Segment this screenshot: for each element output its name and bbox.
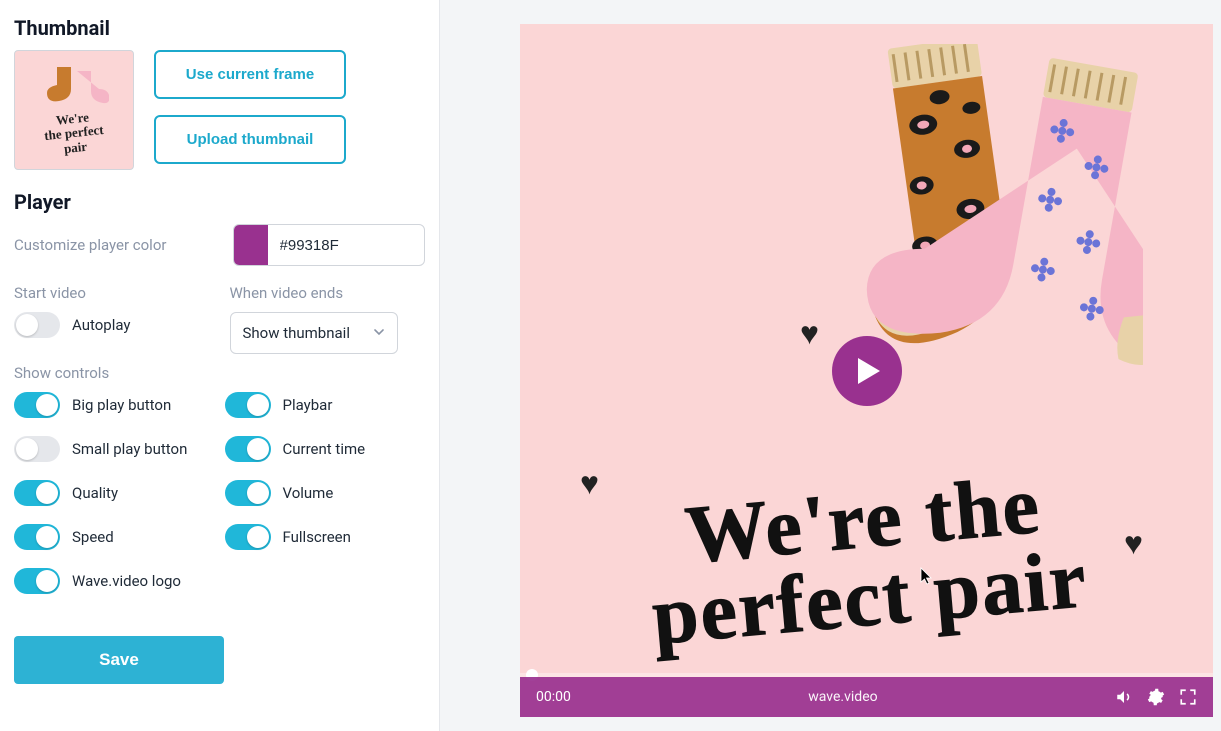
- volume-icon[interactable]: [1115, 688, 1133, 706]
- autoplay-toggle-label: Autoplay: [72, 316, 131, 334]
- playbar-label: Playbar: [283, 396, 333, 414]
- player-color-input[interactable]: [268, 237, 424, 254]
- fullscreen-toggle[interactable]: [225, 524, 271, 550]
- big-play-button[interactable]: [832, 336, 902, 406]
- speed-toggle[interactable]: [14, 524, 60, 550]
- small-play-toggle[interactable]: [14, 436, 60, 462]
- big-play-label: Big play button: [72, 396, 171, 414]
- use-current-frame-button[interactable]: Use current frame: [154, 50, 346, 99]
- upload-thumbnail-button[interactable]: Upload thumbnail: [154, 115, 346, 164]
- heart-icon: ♥: [800, 314, 819, 352]
- quality-label: Quality: [72, 484, 118, 502]
- thumbnail-section-title: Thumbnail: [14, 16, 425, 40]
- show-controls-label: Show controls: [14, 364, 425, 382]
- when-ends-label: When video ends: [230, 284, 426, 302]
- player-control-bar: 00:00 wave.video: [520, 677, 1213, 717]
- player-color-label: Customize player color: [14, 236, 166, 254]
- when-ends-value: Show thumbnail: [243, 324, 350, 342]
- fullscreen-icon[interactable]: [1179, 688, 1197, 706]
- preview-area: ♥ ♥ ♥ We're the perfect pair 00:00 wave.…: [440, 0, 1221, 731]
- logo-label: Wave.video logo: [72, 572, 181, 590]
- logo-toggle[interactable]: [14, 568, 60, 594]
- video-headline: We're the perfect pair: [554, 455, 1178, 664]
- save-button[interactable]: Save: [14, 636, 224, 684]
- when-ends-select[interactable]: Show thumbnail: [230, 312, 398, 354]
- small-play-label: Small play button: [72, 440, 187, 458]
- speed-label: Speed: [72, 528, 114, 546]
- autoplay-toggle[interactable]: [14, 312, 60, 338]
- thumbnail-preview[interactable]: We're the perfect pair: [14, 50, 134, 170]
- thumbnail-preview-text: We're the perfect pair: [14, 106, 134, 161]
- current-time-label: Current time: [283, 440, 366, 458]
- player-section-title: Player: [14, 190, 425, 214]
- player-color-field[interactable]: [233, 224, 425, 266]
- current-time-toggle[interactable]: [225, 436, 271, 462]
- fullscreen-label: Fullscreen: [283, 528, 351, 546]
- settings-sidebar: Thumbnail We're the perfect pair Use cur…: [0, 0, 440, 731]
- gear-icon[interactable]: [1147, 688, 1165, 706]
- heart-icon: ♥: [580, 464, 599, 502]
- volume-label: Volume: [283, 484, 334, 502]
- big-play-toggle[interactable]: [14, 392, 60, 418]
- color-swatch[interactable]: [234, 225, 268, 265]
- quality-toggle[interactable]: [14, 480, 60, 506]
- current-time-display: 00:00: [536, 689, 571, 705]
- playbar-toggle[interactable]: [225, 392, 271, 418]
- socks-icon: [39, 65, 109, 115]
- cursor-icon: [920, 567, 934, 589]
- start-video-label: Start video: [14, 284, 210, 302]
- video-player: ♥ ♥ ♥ We're the perfect pair 00:00 wave.…: [520, 24, 1213, 717]
- player-brand-label: wave.video: [808, 689, 877, 705]
- play-icon: [856, 356, 882, 386]
- chevron-down-icon: [373, 324, 385, 342]
- volume-toggle[interactable]: [225, 480, 271, 506]
